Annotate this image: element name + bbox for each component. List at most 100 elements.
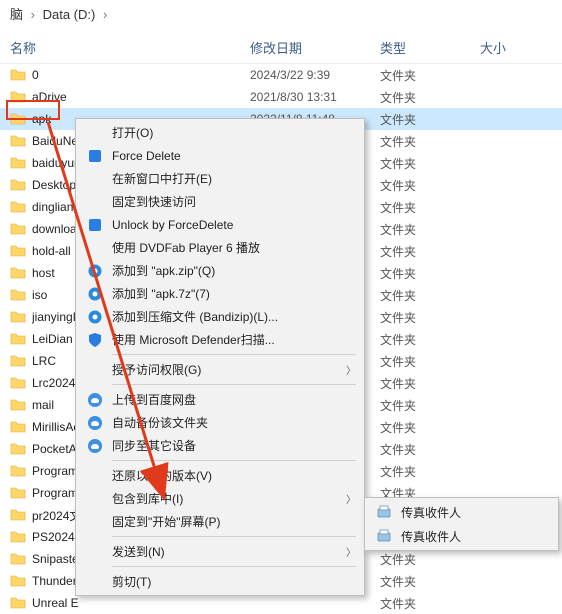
column-date[interactable]: 修改日期 (250, 38, 380, 57)
folder-icon (10, 221, 26, 237)
folder-icon (10, 375, 26, 391)
folder-icon (10, 573, 26, 589)
folder-icon (10, 243, 26, 259)
file-type: 文件夹 (380, 265, 480, 282)
menu-item-label: 固定到快速访问 (112, 193, 356, 210)
folder-icon (10, 67, 26, 83)
file-type: 文件夹 (380, 111, 480, 128)
bandizip-icon (84, 286, 106, 302)
folder-icon (10, 353, 26, 369)
file-type: 文件夹 (380, 595, 480, 612)
blank-icon (84, 574, 106, 590)
menu-item[interactable]: 使用 DVDFab Player 6 播放 (76, 236, 364, 259)
baidu-icon (84, 415, 106, 431)
file-type: 文件夹 (380, 353, 480, 370)
file-type: 文件夹 (380, 397, 480, 414)
chevron-right-icon: › (103, 7, 107, 22)
file-type: 文件夹 (380, 221, 480, 238)
column-name[interactable]: 名称 (10, 38, 250, 57)
menu-item[interactable]: 上传到百度网盘 (76, 388, 364, 411)
menu-item[interactable]: 在新窗口中打开(E) (76, 167, 364, 190)
folder-icon (10, 265, 26, 281)
menu-item-label: 自动备份该文件夹 (112, 414, 356, 431)
menu-item-label: 使用 Microsoft Defender扫描... (112, 331, 356, 348)
file-type: 文件夹 (380, 375, 480, 392)
folder-icon (10, 199, 26, 215)
file-type: 文件夹 (380, 243, 480, 260)
chevron-right-icon: 〉 (346, 491, 356, 506)
menu-item[interactable]: 添加到 "apk.7z"(7) (76, 282, 364, 305)
menu-item[interactable]: 固定到快速访问 (76, 190, 364, 213)
file-type: 文件夹 (380, 551, 480, 568)
file-name: Unreal E (32, 596, 250, 610)
blank-icon (84, 240, 106, 256)
file-type: 文件夹 (380, 419, 480, 436)
breadcrumb[interactable]: 脑 › Data (D:) › (0, 0, 562, 28)
breadcrumb-part[interactable]: Data (D:) (43, 7, 96, 22)
blank-icon (84, 491, 106, 507)
file-type: 文件夹 (380, 67, 480, 84)
breadcrumb-part[interactable]: 脑 (10, 7, 23, 22)
column-size[interactable]: 大小 (480, 38, 540, 57)
folder-icon (10, 441, 26, 457)
submenu-item[interactable]: 传真收件人 (365, 500, 558, 524)
folder-icon (10, 287, 26, 303)
menu-item[interactable]: Unlock by ForceDelete (76, 213, 364, 236)
menu-item[interactable]: 自动备份该文件夹 (76, 411, 364, 434)
menu-item[interactable]: 还原以前的版本(V) (76, 464, 364, 487)
submenu-item[interactable]: 传真收件人 (365, 524, 558, 548)
folder-icon (10, 177, 26, 193)
chevron-right-icon: 〉 (346, 362, 356, 377)
menu-item-label: 上传到百度网盘 (112, 391, 356, 408)
fax-icon (373, 528, 395, 544)
menu-item-label: 同步至其它设备 (112, 437, 356, 454)
submenu-item-label: 传真收件人 (401, 504, 550, 521)
submenu-item-label: 传真收件人 (401, 528, 550, 545)
unlock-icon (84, 217, 106, 233)
menu-item[interactable]: 使用 Microsoft Defender扫描... (76, 328, 364, 351)
menu-item[interactable]: Force Delete (76, 144, 364, 167)
menu-separator (112, 460, 356, 461)
folder-icon (10, 89, 26, 105)
file-type: 文件夹 (380, 573, 480, 590)
chevron-right-icon: › (31, 7, 35, 22)
file-date: 2021/8/30 13:31 (250, 90, 380, 104)
menu-item[interactable]: 添加到 "apk.zip"(Q) (76, 259, 364, 282)
column-headers: 名称 修改日期 类型 大小 (0, 28, 562, 64)
menu-item-label: 授予访问权限(G) (112, 361, 340, 378)
folder-icon (10, 155, 26, 171)
menu-item-label: 添加到 "apk.zip"(Q) (112, 262, 356, 279)
file-row[interactable]: 02024/3/22 9:39文件夹 (0, 64, 562, 86)
folder-icon (10, 507, 26, 523)
menu-item[interactable]: 打开(O) (76, 121, 364, 144)
menu-item-label: Force Delete (112, 149, 356, 163)
menu-item-label: 发送到(N) (112, 543, 340, 560)
column-type[interactable]: 类型 (380, 38, 480, 57)
file-type: 文件夹 (380, 331, 480, 348)
file-row[interactable]: aDrive2021/8/30 13:31文件夹 (0, 86, 562, 108)
file-type: 文件夹 (380, 155, 480, 172)
menu-item-label: 在新窗口中打开(E) (112, 170, 356, 187)
menu-item[interactable]: 包含到库中(I) 〉 (76, 487, 364, 510)
menu-item[interactable]: 授予访问权限(G) 〉 (76, 358, 364, 381)
menu-item-label: 还原以前的版本(V) (112, 467, 356, 484)
file-date: 2024/3/22 9:39 (250, 68, 380, 82)
menu-separator (112, 566, 356, 567)
blank-icon (84, 194, 106, 210)
file-type: 文件夹 (380, 463, 480, 480)
menu-item-label: 添加到压缩文件 (Bandizip)(L)... (112, 308, 356, 325)
menu-item-label: 添加到 "apk.7z"(7) (112, 285, 356, 302)
menu-item[interactable]: 固定到"开始"屏幕(P) (76, 510, 364, 533)
menu-item-label: 包含到库中(I) (112, 490, 340, 507)
submenu-sendto: 传真收件人传真收件人 (364, 497, 559, 551)
menu-item[interactable]: 添加到压缩文件 (Bandizip)(L)... (76, 305, 364, 328)
folder-icon (10, 419, 26, 435)
bandizip-icon (84, 263, 106, 279)
folder-icon (10, 463, 26, 479)
menu-item[interactable]: 同步至其它设备 (76, 434, 364, 457)
folder-icon (10, 485, 26, 501)
menu-item[interactable]: 剪切(T) (76, 570, 364, 593)
blank-icon (84, 171, 106, 187)
baidu-icon (84, 392, 106, 408)
fax-icon (373, 504, 395, 520)
